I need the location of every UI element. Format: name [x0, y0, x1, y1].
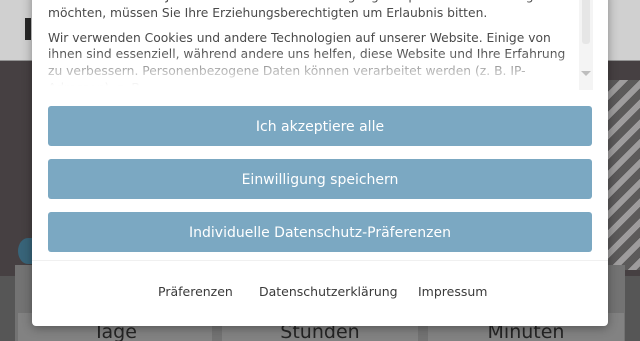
- footer-link-preferences[interactable]: Präferenzen: [158, 284, 233, 299]
- consent-paragraph-minors: Wenn Sie unter 16 Jahre alt sind und Ihr…: [48, 0, 564, 20]
- scroll-down-arrow-icon[interactable]: [581, 71, 591, 76]
- footer-link-privacy-policy[interactable]: Datenschutzerklärung: [259, 284, 398, 299]
- scrollbar-thumb[interactable]: [582, 0, 590, 44]
- footer-link-imprint[interactable]: Impressum: [418, 284, 487, 299]
- cookie-consent-dialog: Wenn Sie unter 16 Jahre alt sind und Ihr…: [32, 0, 608, 326]
- individual-privacy-preferences-button[interactable]: Individuelle Datenschutz-Präferenzen: [48, 212, 592, 252]
- accept-all-button[interactable]: Ich akzeptiere alle: [48, 106, 592, 146]
- text-fade-overlay: [48, 50, 576, 90]
- description-scrollbar[interactable]: [579, 0, 593, 90]
- consent-footer: Präferenzen Datenschutzerklärung Impress…: [32, 260, 608, 327]
- save-consent-button[interactable]: Einwilligung speichern: [48, 159, 592, 199]
- consent-description: Wenn Sie unter 16 Jahre alt sind und Ihr…: [48, 0, 576, 90]
